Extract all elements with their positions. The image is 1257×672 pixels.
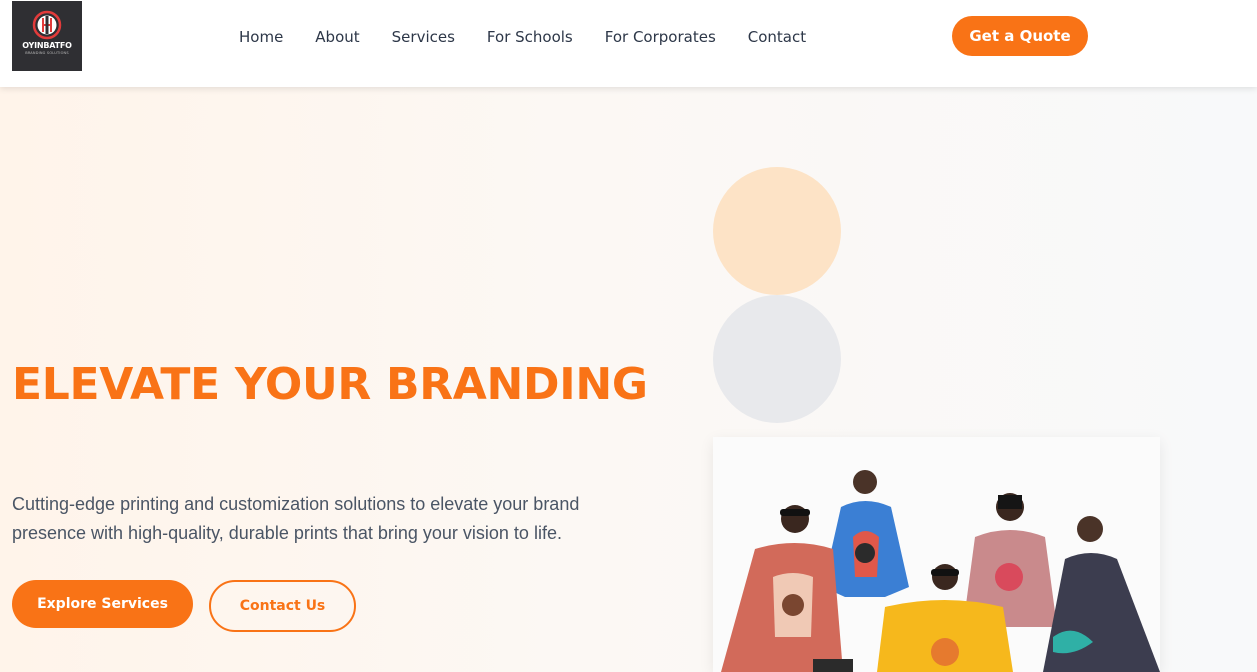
hero-section: ELEVATE YOUR BRANDING Cutting-edge print… <box>0 87 1257 672</box>
nav-link-services[interactable]: Services <box>392 27 455 47</box>
explore-services-button[interactable]: Explore Services <box>12 580 193 628</box>
decorative-circle-orange <box>713 167 841 295</box>
main-nav: Home About Services For Schools For Corp… <box>239 27 838 47</box>
nav-link-about[interactable]: About <box>315 27 359 47</box>
nav-link-contact[interactable]: Contact <box>748 27 806 47</box>
get-a-quote-button[interactable]: Get a Quote <box>952 16 1088 56</box>
decorative-circle-gray <box>713 295 841 423</box>
hero-image <box>713 437 1160 672</box>
hero-description: Cutting-edge printing and customization … <box>12 494 580 543</box>
hero-title: ELEVATE YOUR BRANDING <box>12 359 648 410</box>
nav-link-home[interactable]: Home <box>239 27 283 47</box>
brand-name: OYINBATFO <box>22 41 72 50</box>
nav-link-for-schools[interactable]: For Schools <box>487 27 573 47</box>
brand-logo[interactable]: OYINBATFO BRANDING SOLUTIONS <box>12 1 82 71</box>
contact-us-button[interactable]: Contact Us <box>209 580 356 632</box>
brand-tagline: BRANDING SOLUTIONS <box>25 51 69 55</box>
hero-photo-models <box>721 470 1160 672</box>
brand-logo-icon <box>32 10 62 40</box>
site-header: OYINBATFO BRANDING SOLUTIONS Home About … <box>0 0 1257 87</box>
nav-link-for-corporates[interactable]: For Corporates <box>605 27 716 47</box>
